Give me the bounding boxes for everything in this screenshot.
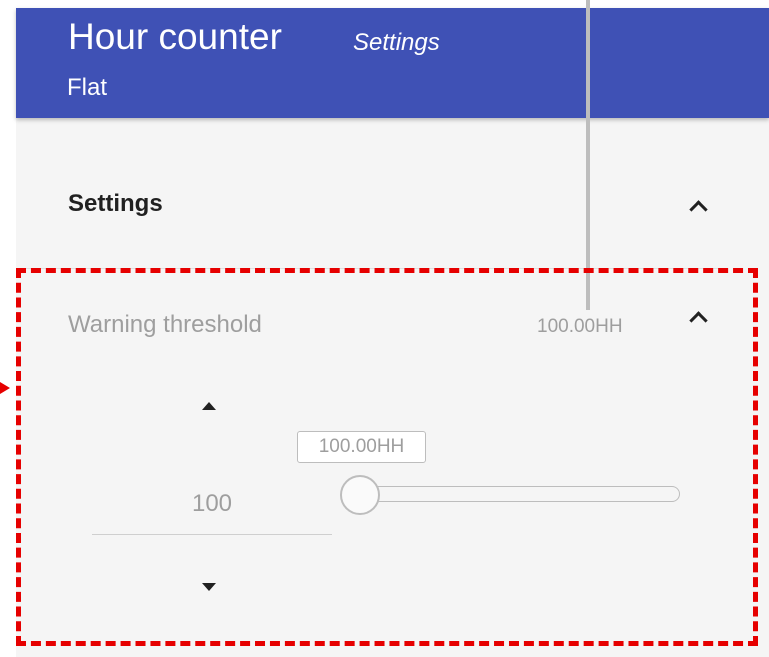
page-title: Hour counter xyxy=(68,16,282,57)
settings-section-header[interactable]: Settings xyxy=(68,190,163,218)
annotation-arrow-icon xyxy=(0,382,10,394)
annotation-pointer-line xyxy=(586,0,590,310)
annotation-highlight-box xyxy=(16,268,758,646)
page-subtitle: Settings xyxy=(353,29,440,56)
device-name: Flat xyxy=(67,74,108,101)
app-frame: Hour counter Settings Flat Settings Warn… xyxy=(0,0,769,657)
